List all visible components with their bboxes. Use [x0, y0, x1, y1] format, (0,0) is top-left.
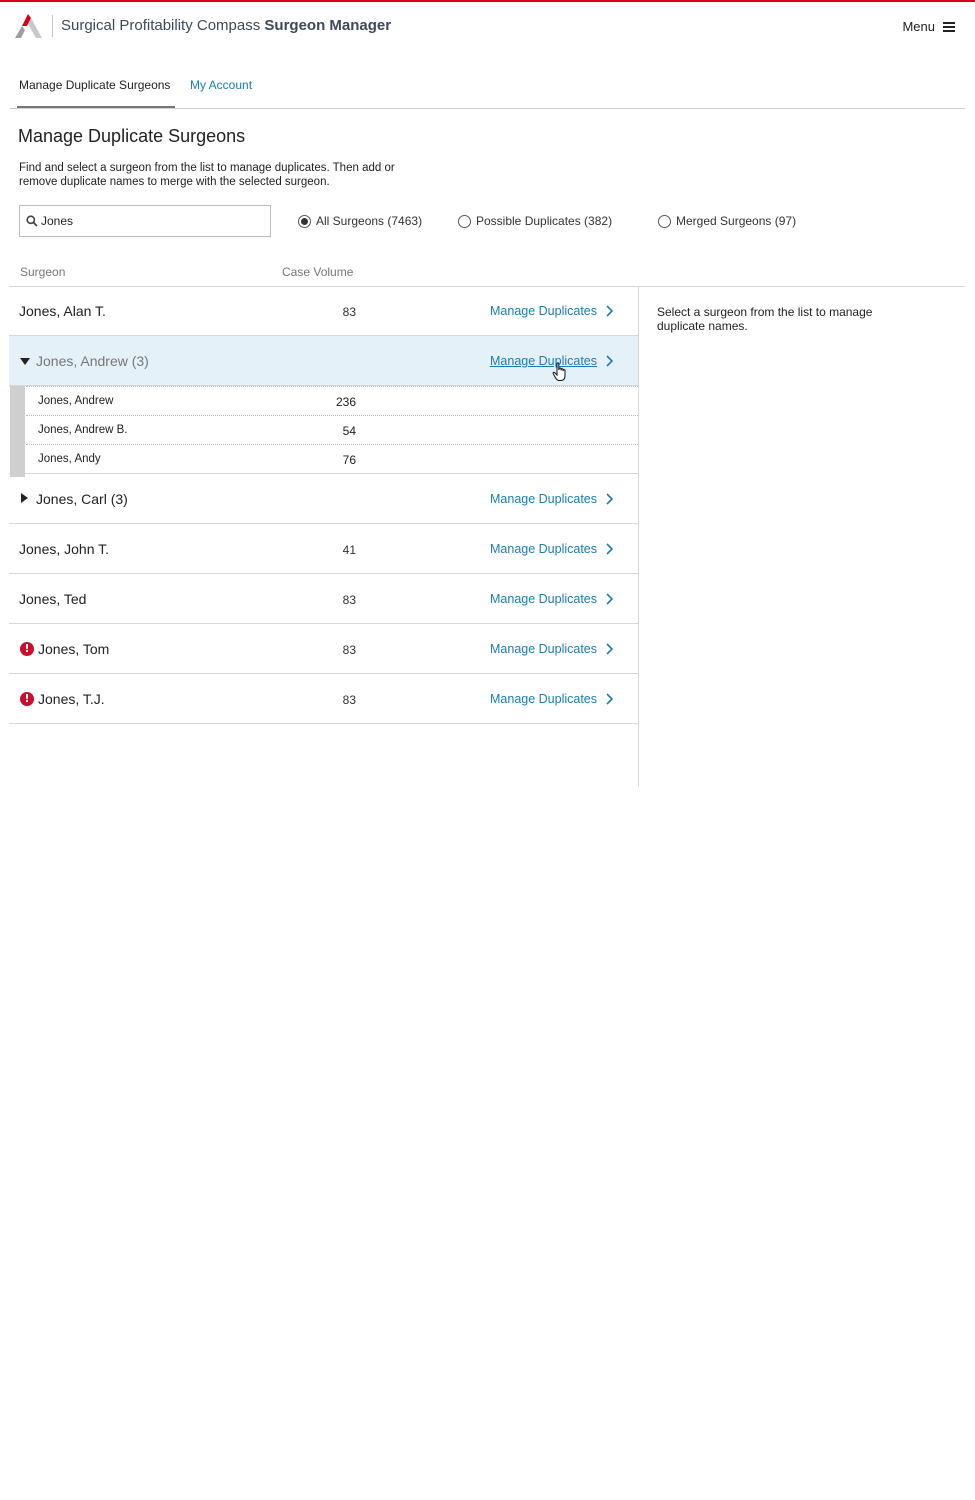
table-row[interactable]: Jones, John T. 41 Manage Duplicates — [9, 524, 638, 574]
duplicate-row: Jones, Andrew B. 54 — [26, 415, 638, 444]
duplicate-name: Jones, Andy — [38, 453, 101, 465]
manage-duplicates-link[interactable]: Manage Duplicates — [490, 592, 597, 606]
table-row-collapsed[interactable]: Jones, Carl (3) Manage Duplicates — [9, 474, 638, 524]
detail-hint-text: Select a surgeon from the list to manage… — [657, 305, 873, 333]
page-title: Manage Duplicate Surgeons — [18, 126, 246, 146]
chevron-right-icon[interactable] — [604, 493, 614, 505]
radio-selected-icon[interactable] — [298, 214, 311, 228]
chevron-right-icon[interactable] — [604, 643, 614, 655]
surgeon-name: Jones, John T. — [19, 541, 110, 557]
tab-bar: Manage Duplicate Surgeons My Account — [10, 70, 965, 109]
surgeon-name: Jones, Tom — [38, 641, 110, 657]
chevron-right-icon[interactable] — [604, 305, 614, 317]
tab-manage-duplicate-surgeons[interactable]: Manage Duplicate Surgeons — [17, 78, 175, 108]
chevron-right-icon[interactable] — [604, 355, 614, 367]
search-icon — [26, 215, 38, 227]
chevron-right-icon[interactable] — [604, 593, 614, 605]
table-row[interactable]: ! Jones, Tom 83 Manage Duplicates — [9, 624, 638, 674]
tab-my-account[interactable]: My Account — [190, 78, 252, 108]
table-row-expanded[interactable]: Jones, Andrew (3) Manage Duplicates — [9, 336, 638, 386]
case-volume: 83 — [342, 305, 356, 319]
compass-logo-icon[interactable] — [14, 14, 42, 38]
table-row[interactable]: Jones, Ted 83 Manage Duplicates — [9, 574, 638, 624]
duplicate-names-group: Jones, Andrew 236 Jones, Andrew B. 54 Jo… — [9, 386, 638, 477]
expand-triangle-icon[interactable] — [21, 493, 28, 503]
duplicate-row: Jones, Andrew 236 — [26, 386, 638, 415]
panel-divider — [638, 287, 639, 787]
duplicate-volume: 76 — [342, 453, 356, 467]
case-volume: 83 — [342, 593, 356, 607]
manage-duplicates-link[interactable]: Manage Duplicates — [490, 354, 597, 368]
manage-duplicates-link[interactable]: Manage Duplicates — [490, 692, 597, 706]
surgeon-name: Jones, T.J. — [38, 691, 105, 707]
case-volume: 83 — [342, 693, 356, 707]
manage-duplicates-link[interactable]: Manage Duplicates — [490, 642, 597, 656]
collapse-triangle-icon[interactable] — [20, 358, 30, 365]
manage-duplicates-link[interactable]: Manage Duplicates — [490, 492, 597, 506]
filter-merged-surgeons[interactable]: Merged Surgeons (97) — [658, 214, 796, 228]
manage-duplicates-link[interactable]: Manage Duplicates — [490, 542, 597, 556]
app-header: Surgical Profitability Compass Surgeon M… — [0, 2, 975, 50]
chevron-right-icon[interactable] — [604, 693, 614, 705]
surgeon-name: Jones, Ted — [19, 591, 87, 607]
filter-label: Merged Surgeons (97) — [676, 214, 797, 228]
duplicate-row: Jones, Andy 76 — [26, 444, 638, 473]
case-volume: 41 — [342, 543, 356, 557]
filter-label: All Surgeons (7463) — [316, 214, 423, 228]
intro-text: Find and select a surgeon from the list … — [19, 162, 395, 188]
table-row[interactable]: Jones, Alan T. 83 Manage Duplicates — [9, 286, 638, 336]
surgeon-list: Jones, Alan T. 83 Manage Duplicates Jone… — [9, 286, 638, 724]
duplicate-volume: 236 — [335, 395, 356, 409]
radio-unselected-icon[interactable] — [658, 214, 671, 228]
column-header-case-volume[interactable]: Case Volume — [282, 265, 353, 279]
module-name: Surgeon Manager — [264, 17, 392, 34]
filter-label: Possible Duplicates (382) — [476, 214, 613, 228]
duplicate-name: Jones, Andrew B. — [38, 424, 128, 436]
surgeon-group-name: Jones, Andrew (3) — [36, 353, 149, 369]
table-row[interactable]: ! Jones, T.J. 83 Manage Duplicates — [9, 674, 638, 724]
product-name: Surgical Profitability Compass — [61, 17, 261, 34]
menu-label: Menu — [902, 19, 935, 34]
case-volume: 83 — [342, 643, 356, 657]
surgeon-name: Jones, Alan T. — [19, 303, 106, 319]
search-input[interactable] — [41, 212, 261, 230]
chevron-right-icon[interactable] — [604, 543, 614, 555]
manage-duplicates-link[interactable]: Manage Duplicates — [490, 304, 597, 318]
radio-unselected-icon[interactable] — [458, 214, 471, 228]
logo-divider — [52, 15, 53, 37]
group-indicator-bar — [10, 386, 25, 477]
search-box[interactable] — [19, 205, 271, 237]
duplicate-name: Jones, Andrew — [38, 395, 114, 407]
filter-possible-duplicates[interactable]: Possible Duplicates (382) — [458, 214, 612, 228]
duplicate-volume: 54 — [342, 424, 356, 438]
menu-button[interactable]: Menu — [902, 19, 955, 34]
hand-cursor-icon — [552, 362, 566, 381]
alert-icon: ! — [20, 692, 34, 706]
alert-icon: ! — [20, 642, 34, 656]
filter-all-surgeons[interactable]: All Surgeons (7463) — [298, 214, 422, 228]
column-header-surgeon[interactable]: Surgeon — [20, 265, 65, 279]
hamburger-icon — [943, 21, 955, 32]
surgeon-group-name: Jones, Carl (3) — [36, 491, 128, 507]
app-title: Surgical Profitability Compass Surgeon M… — [61, 17, 391, 34]
